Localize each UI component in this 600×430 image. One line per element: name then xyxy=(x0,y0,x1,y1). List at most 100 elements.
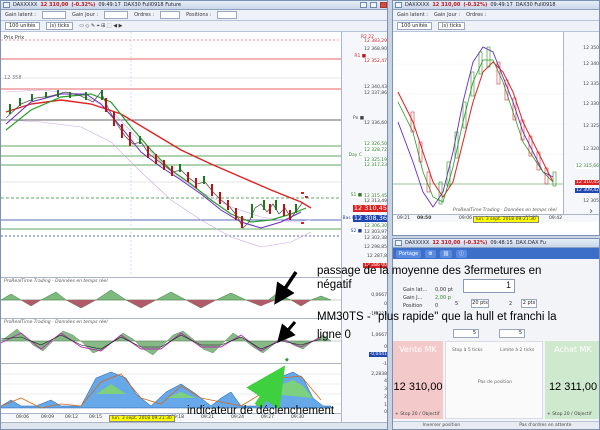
right-change: (-0.32%) xyxy=(463,2,488,8)
main-status-bar xyxy=(1,422,387,429)
right-gain-latent-label: Gain latent : xyxy=(397,12,428,18)
price-chart-svg xyxy=(1,32,341,275)
right-axis-9: 12 309,42 xyxy=(575,188,599,193)
right-titlebar[interactable]: DAXXXXX 12 310,00 (-0.32%) 09:49:17 DAX3… xyxy=(393,1,599,10)
right-axis-4: 12 330 xyxy=(583,102,599,107)
ticks-select[interactable]: (s) ticks xyxy=(45,22,74,30)
indicator-panel-1[interactable]: ProRealTime Trading - Données en temps r… xyxy=(1,277,341,317)
close-icon[interactable] xyxy=(380,2,387,8)
main-price-axis[interactable]: R2 22 12 383,29 12 368,90 R1 ■ 12 352,47… xyxy=(341,32,387,422)
tag-p8: 12 287,8 xyxy=(366,254,387,259)
order-tab-portage[interactable]: Portage xyxy=(396,249,422,258)
right-axis-1: 12 350 xyxy=(583,46,599,51)
tag-r2-val: 12 383,29 xyxy=(363,39,387,44)
right-toolbar: Gain latent : Gain Jour : Ordres : xyxy=(393,10,599,21)
right-price-axis[interactable]: 12 350 12 340 12 335 12 330 12 325 12 32… xyxy=(563,32,599,214)
order-window-menu-icon[interactable] xyxy=(395,240,402,246)
small-qty-right[interactable]: 5 xyxy=(499,329,525,338)
stop-ticks-label[interactable]: Stop à 5 ticks xyxy=(452,348,483,353)
tag-p6: 12 303,97 xyxy=(364,230,387,235)
step-2-label: 2 xyxy=(509,301,513,307)
chart-tools-icon[interactable]: ▭ ◇ ✎ ⌖ ⊞ ⬚ ◀ ▶ xyxy=(79,23,122,29)
tag-current: 12 310,45 xyxy=(352,204,387,212)
tag-day: Day C xyxy=(347,153,363,158)
order-titlebar[interactable]: DAXXXXX 12 310,00 (-0.32%) 09:48:15 DAX.… xyxy=(393,239,599,248)
right-time-2: 09:50 xyxy=(417,216,432,221)
no-pending-orders: Pas d'ordres en attente xyxy=(519,423,572,428)
order-mid-panel: Stop à 5 ticks Limite à 2 ticks Pas de p… xyxy=(445,341,543,419)
indicator1-svg xyxy=(1,289,341,309)
step-20pts-button[interactable]: 20 pts xyxy=(471,299,489,308)
right-axis-5: 12 325 xyxy=(583,124,599,129)
tag-p2: 12 328,72 xyxy=(363,148,387,153)
time-label-2: 09:09 xyxy=(41,415,54,420)
right-gain-jour-label: Gain Jour : xyxy=(433,12,461,18)
right-price-plot[interactable]: ProRealTime Trading - Données en temps r… xyxy=(393,32,563,214)
right-window-menu-icon[interactable] xyxy=(395,2,402,8)
tag-pp-a: 12 340,43 xyxy=(364,85,387,90)
quantity-input[interactable]: 1 xyxy=(463,279,515,293)
order-info-icon[interactable]: ⓘ xyxy=(456,249,468,258)
minimize-icon[interactable] xyxy=(360,2,367,8)
order-settings-icon[interactable]: ⚙ xyxy=(425,249,436,258)
tag-r1-val: 12 352,47 xyxy=(363,59,387,64)
right-time-5: 09:42 xyxy=(549,216,562,221)
tag-px-val: 12 336,60 xyxy=(364,121,387,126)
indicator-panel-2[interactable]: ProRealTime Trading - Données en temps r… xyxy=(1,318,341,363)
tag-bid: 12 308,36 xyxy=(352,214,387,222)
main-instrument: DAX30 Full0918 Future xyxy=(123,2,182,8)
annotation-1: passage de la moyenne des 3fermetures en xyxy=(317,265,542,277)
buy-stop[interactable]: + Stop 20 / Objectif xyxy=(547,412,591,417)
ordres-field[interactable] xyxy=(160,11,181,19)
right-axis-8: 12 310,45 xyxy=(575,180,599,185)
gain-latent-field[interactable] xyxy=(41,11,66,19)
right-ticks-select[interactable]: (s) ticks xyxy=(437,22,466,30)
price-plot[interactable]: Prix Prix 12 358 xyxy=(1,32,341,275)
window-menu-icon[interactable] xyxy=(3,2,10,8)
order-gain-jour-label: Gain J... xyxy=(403,295,423,301)
main-toolbar-2: 100 unités (s) ticks ▭ ◇ ✎ ⌖ ⊞ ⬚ ◀ ▶ xyxy=(1,21,387,32)
order-time: 09:48:15 xyxy=(490,240,513,246)
units-select[interactable]: 100 unités xyxy=(5,22,40,30)
ind2-val-a: 1,0667 xyxy=(371,333,387,338)
positions-field[interactable] xyxy=(217,11,238,19)
ordres-label: Ordres : xyxy=(134,12,155,18)
ind2-val-c: -0,0441 xyxy=(368,352,387,357)
right-units-select[interactable]: 100 unités xyxy=(397,22,432,30)
order-gain-latent-val: 0,00 pt xyxy=(435,287,453,293)
tag-s2: S2 ■ xyxy=(349,229,363,234)
right-instrument: DAX30 Full0918 xyxy=(515,2,556,8)
order-change: (-0.32%) xyxy=(463,240,488,246)
step-2pts-button[interactable]: 2 pts xyxy=(521,299,537,308)
time-label-1: 09:06 xyxy=(16,415,29,420)
small-qty-left[interactable]: 5 xyxy=(453,329,479,338)
ind3-val-a: 2,2838 xyxy=(371,372,387,377)
inverser-position-button[interactable]: Inverser position xyxy=(423,423,461,428)
limit-ticks-label[interactable]: Limite à 2 ticks xyxy=(500,348,534,353)
sell-stop[interactable]: + Stop 20 / Objectif xyxy=(395,412,439,417)
gain-jour-field[interactable] xyxy=(104,11,129,19)
gain-latent-label: Gain latent : xyxy=(5,12,36,18)
annotation-3: indicateur de déclenchement xyxy=(187,405,335,417)
tag-pp-b: 12 337,86 xyxy=(364,91,387,96)
right-axis-7: 12 315,66 xyxy=(575,164,599,169)
maximize-icon[interactable] xyxy=(370,2,377,8)
main-titlebar[interactable]: DAXXXXX 12 310,00 (-0.32%) 09:49:17 DAX3… xyxy=(1,1,387,10)
right-status: ProRealTime Trading - Données en temps r… xyxy=(453,208,557,213)
order-link-icon[interactable]: ⛓ xyxy=(439,249,453,258)
order-title: DAXXXXX xyxy=(405,240,430,246)
right-axis-2: 12 340 xyxy=(583,62,599,67)
no-position-text: Pas de position xyxy=(478,380,512,385)
annotation-1b: négatif xyxy=(317,279,352,291)
buy-title: Achat MK xyxy=(554,345,592,354)
right-cursor-date: lun. 3 sept. 2018 09:21:30 xyxy=(473,216,539,223)
annotation-2: MM30TS - "plus rapide" que la hull et fr… xyxy=(317,311,557,323)
sell-price: 12 310,00 xyxy=(393,381,443,393)
right-time-axis[interactable]: 09:21 09:50 09:06 09:35 09:42 lun. 3 sep… xyxy=(393,214,599,223)
ind3-val-b: 4 xyxy=(384,379,387,384)
sell-market-panel[interactable]: Vente MK 12 310,00 + Stop 20 / Objectif xyxy=(393,341,443,419)
buy-market-panel[interactable]: Achat MK 12 311,00 + Stop 20 / Objectif xyxy=(545,341,599,419)
indicator2-svg: ◆ xyxy=(1,328,341,363)
right-toolbar-2: 100 unités (s) ticks xyxy=(393,21,599,32)
order-position-val: 0 xyxy=(435,303,439,309)
